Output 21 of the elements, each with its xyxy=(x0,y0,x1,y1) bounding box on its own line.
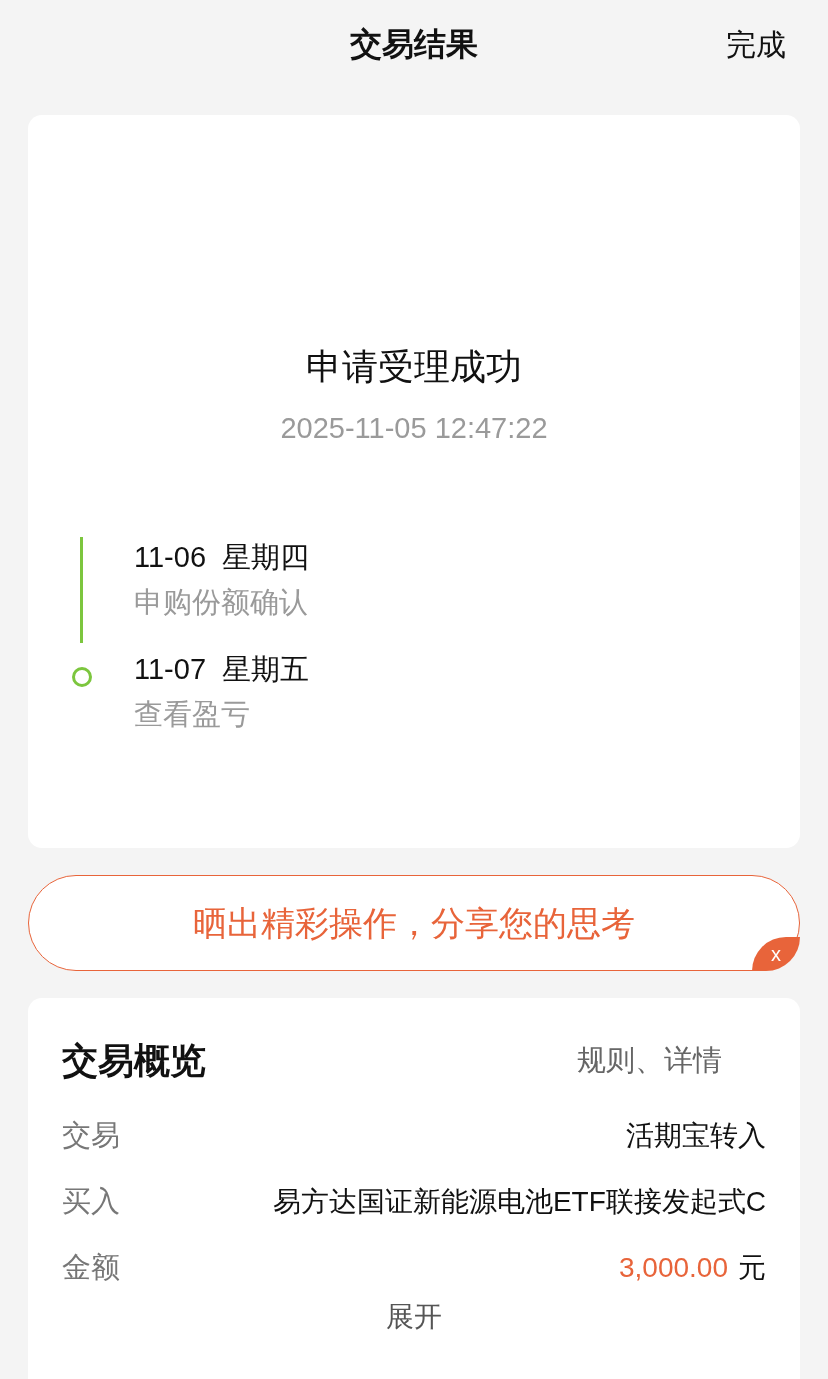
step-date: 11-07 星期五 xyxy=(134,651,311,687)
rules-details-link[interactable]: 规则、详情 xyxy=(577,1039,722,1083)
row-value: 3,000.00 xyxy=(619,1251,728,1285)
close-badge[interactable]: x xyxy=(752,937,800,971)
row-label: 交易 xyxy=(62,1118,120,1154)
step-description: 申购份额确认 xyxy=(134,584,309,620)
share-banner[interactable]: 晒出精彩操作，分享您的思考 x xyxy=(28,875,800,971)
page-title: 交易结果 xyxy=(350,25,478,64)
step-description: 查看盈亏 xyxy=(134,696,251,732)
row-label: 金额 xyxy=(62,1250,120,1286)
expand-button[interactable]: 展开 xyxy=(386,1296,442,1338)
timeline-node xyxy=(72,666,92,687)
currency-unit: 元 xyxy=(738,1251,766,1285)
done-button[interactable]: 完成 xyxy=(726,21,786,67)
step-date: 11-06 星期四 xyxy=(134,539,311,575)
result-time: 2025-11-05 12:47:22 xyxy=(280,411,548,446)
row-label: 买入 xyxy=(62,1184,120,1220)
overview-title: 交易概览 xyxy=(62,1039,206,1083)
row-value: 活期宝转入 xyxy=(626,1119,766,1153)
row-value: 易方达国证新能源电池ETF联接发起式C xyxy=(272,1185,766,1219)
result-title: 申请受理成功 xyxy=(306,345,522,389)
